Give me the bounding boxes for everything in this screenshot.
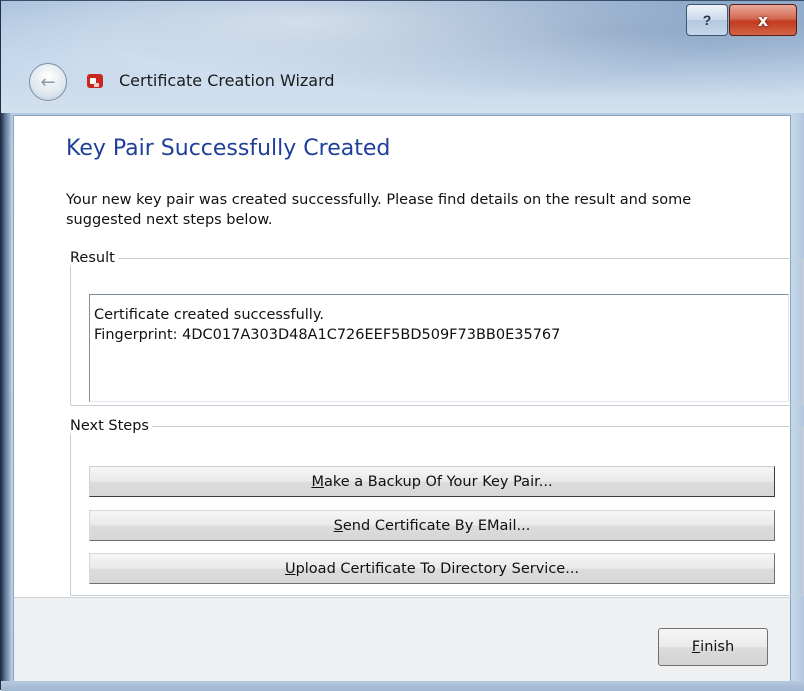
wizard-footer: Finish <box>13 597 791 681</box>
backup-key-pair-button[interactable]: Make a Backup Of Your Key Pair... <box>89 466 775 497</box>
upload-label: pload Certificate To Directory Service..… <box>295 560 580 577</box>
result-group: Result Certificate created successfully.… <box>70 250 804 406</box>
finish-button[interactable]: Finish <box>658 628 768 666</box>
result-text-area[interactable]: Certificate created successfully. Finger… <box>89 294 789 402</box>
backup-label: ake a Backup Of Your Key Pair... <box>323 473 553 490</box>
send-label: end Certificate By EMail... <box>342 517 531 534</box>
back-button[interactable]: ← <box>29 63 67 101</box>
wizard-window: ? x ← Certificate Creation Wizard Key Pa… <box>0 0 804 691</box>
back-arrow-icon: ← <box>40 71 56 93</box>
backup-mnemonic: M <box>311 473 324 490</box>
result-legend: Result <box>70 250 115 266</box>
next-steps-legend: Next Steps <box>70 418 149 434</box>
intro-text: Your new key pair was created successful… <box>66 192 692 228</box>
page-title: Key Pair Successfully Created <box>66 136 391 161</box>
close-button[interactable]: x <box>729 4 797 36</box>
next-steps-group: Next Steps Make a Backup Of Your Key Pai… <box>70 418 804 596</box>
result-fingerprint-line: Fingerprint: 4DC017A303D48A1C726EEF5BD50… <box>94 327 561 343</box>
wizard-title: Certificate Creation Wizard <box>119 71 335 90</box>
finish-mnemonic: F <box>691 639 701 655</box>
result-status-line: Certificate created successfully. <box>94 307 324 323</box>
upload-mnemonic: U <box>284 560 296 577</box>
wizard-content: Key Pair Successfully Created Your new k… <box>13 115 804 597</box>
title-bar: ? x ← Certificate Creation Wizard <box>1 1 804 113</box>
upload-certificate-directory-button[interactable]: Upload Certificate To Directory Service.… <box>89 553 775 584</box>
help-button[interactable]: ? <box>686 4 728 36</box>
finish-label: inish <box>700 639 735 655</box>
send-certificate-email-button[interactable]: Send Certificate By EMail... <box>89 510 775 541</box>
send-mnemonic: S <box>333 517 343 534</box>
certificate-app-icon <box>87 74 103 88</box>
